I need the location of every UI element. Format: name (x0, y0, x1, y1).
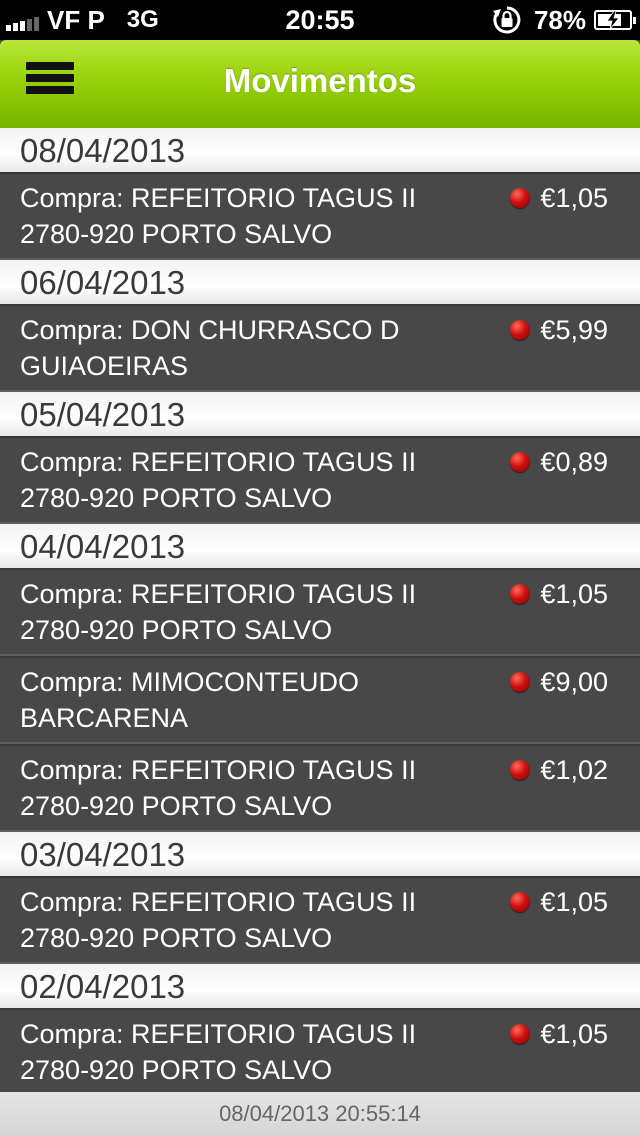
transaction-merchant-line: Compra: REFEITORIO TAGUS II (20, 183, 417, 213)
last-updated-footer: 08/04/2013 20:55:14 (0, 1092, 640, 1136)
transactions-list[interactable]: 08/04/2013 Compra: REFEITORIO TAGUS II 278… (0, 128, 640, 1096)
battery-charging-icon (594, 10, 636, 30)
transaction-description: Compra: REFEITORIO TAGUS II 2780-920 PORT… (20, 1016, 460, 1088)
transaction-merchant-line: Compra: REFEITORIO TAGUS II (20, 887, 417, 917)
transaction-location-line: 2780-920 PORTO SALVO (20, 615, 333, 645)
red-dot-icon (510, 188, 531, 208)
amount-value: €9,00 (540, 666, 608, 697)
transaction-merchant-line: Compra: REFEITORIO TAGUS II (20, 1019, 417, 1049)
transaction-merchant-line: Compra: REFEITORIO TAGUS II (20, 579, 417, 609)
transaction-description: Compra: REFEITORIO TAGUS II 2780-920 PORT… (20, 180, 460, 252)
transaction-description: Compra: DON CHURRASCO D GUIAOEIRAS (20, 312, 460, 384)
date-section-header: 06/04/2013 (0, 260, 640, 304)
transaction-amount: €1,05 (510, 180, 608, 216)
amount-value: €5,99 (540, 314, 608, 345)
transaction-location-line: 2780-920 PORTO SALVO (20, 791, 333, 821)
date-section-header: 04/04/2013 (0, 524, 640, 568)
transaction-location-line: 2780-920 PORTO SALVO (20, 1055, 333, 1085)
amount-value: €1,02 (540, 754, 608, 785)
red-dot-icon (510, 672, 531, 692)
transaction-description: Compra: REFEITORIO TAGUS II 2780-920 PORT… (20, 444, 460, 516)
date-section-header: 02/04/2013 (0, 964, 640, 1008)
date-section-header: 03/04/2013 (0, 832, 640, 876)
transaction-row[interactable]: Compra: REFEITORIO TAGUS II 2780-920 PORT… (0, 1008, 640, 1096)
transaction-description: Compra: REFEITORIO TAGUS II 2780-920 PORT… (20, 752, 460, 824)
amount-value: €1,05 (540, 886, 608, 917)
transaction-amount: €9,00 (510, 664, 608, 700)
battery-percentage: 78% (533, 4, 586, 35)
date-section-header: 08/04/2013 (0, 128, 640, 172)
amount-value: €1,05 (540, 578, 608, 609)
transaction-row[interactable]: Compra: DON CHURRASCO D GUIAOEIRAS €5,99 (0, 304, 640, 392)
red-dot-icon (510, 320, 531, 340)
amount-value: €0,89 (540, 446, 608, 477)
transaction-location-line: BARCARENA (20, 703, 189, 733)
date-section-header: 05/04/2013 (0, 392, 640, 436)
transaction-row[interactable]: Compra: REFEITORIO TAGUS II 2780-920 PORT… (0, 744, 640, 832)
transaction-location-line: 2780-920 PORTO SALVO (20, 219, 333, 249)
transaction-row[interactable]: Compra: MIMOCONTEUDO BARCARENA €9,00 (0, 656, 640, 744)
amount-value: €1,05 (540, 182, 608, 213)
transaction-description: Compra: REFEITORIO TAGUS II 2780-920 PORT… (20, 884, 460, 956)
transaction-row[interactable]: Compra: REFEITORIO TAGUS II 2780-920 PORT… (0, 172, 640, 260)
transaction-location-line: 2780-920 PORTO SALVO (20, 923, 333, 953)
red-dot-icon (510, 584, 531, 604)
red-dot-icon (510, 452, 531, 472)
transaction-merchant-line: Compra: DON CHURRASCO D (20, 315, 400, 345)
transaction-description: Compra: MIMOCONTEUDO BARCARENA (20, 664, 460, 736)
transaction-merchant-line: Compra: REFEITORIO TAGUS II (20, 755, 417, 785)
amount-value: €1,05 (540, 1018, 608, 1049)
transaction-description: Compra: REFEITORIO TAGUS II 2780-920 PORT… (20, 576, 460, 648)
transaction-location-line: GUIAOEIRAS (20, 351, 189, 381)
transaction-amount: €1,05 (510, 1016, 608, 1052)
page-title: Movimentos (223, 62, 417, 99)
transaction-amount: €1,02 (510, 752, 608, 788)
rotation-lock-icon (492, 6, 521, 34)
transaction-location-line: 2780-920 PORTO SALVO (20, 483, 333, 513)
transaction-row[interactable]: Compra: REFEITORIO TAGUS II 2780-920 PORT… (0, 876, 640, 964)
transaction-row[interactable]: Compra: REFEITORIO TAGUS II 2780-920 PORT… (0, 568, 640, 656)
red-dot-icon (510, 892, 531, 912)
charging-bolt-icon (606, 11, 620, 29)
red-dot-icon (510, 1024, 531, 1044)
status-bar: VF P 3G 20:55 78% (0, 0, 640, 40)
status-bar-right: 78% (492, 4, 636, 35)
red-dot-icon (510, 760, 531, 780)
transaction-merchant-line: Compra: MIMOCONTEUDO (20, 667, 360, 697)
transaction-amount: €1,05 (510, 884, 608, 920)
transaction-merchant-line: Compra: REFEITORIO TAGUS II (20, 447, 417, 477)
transaction-amount: €0,89 (510, 444, 608, 480)
navigation-bar: Movimentos (0, 40, 640, 128)
transaction-amount: €5,99 (510, 312, 608, 348)
transaction-row[interactable]: Compra: REFEITORIO TAGUS II 2780-920 PORT… (0, 436, 640, 524)
transaction-amount: €1,05 (510, 576, 608, 612)
app-screen: VF P 3G 20:55 78% Movimentos 08/04/2013 … (0, 0, 640, 1136)
